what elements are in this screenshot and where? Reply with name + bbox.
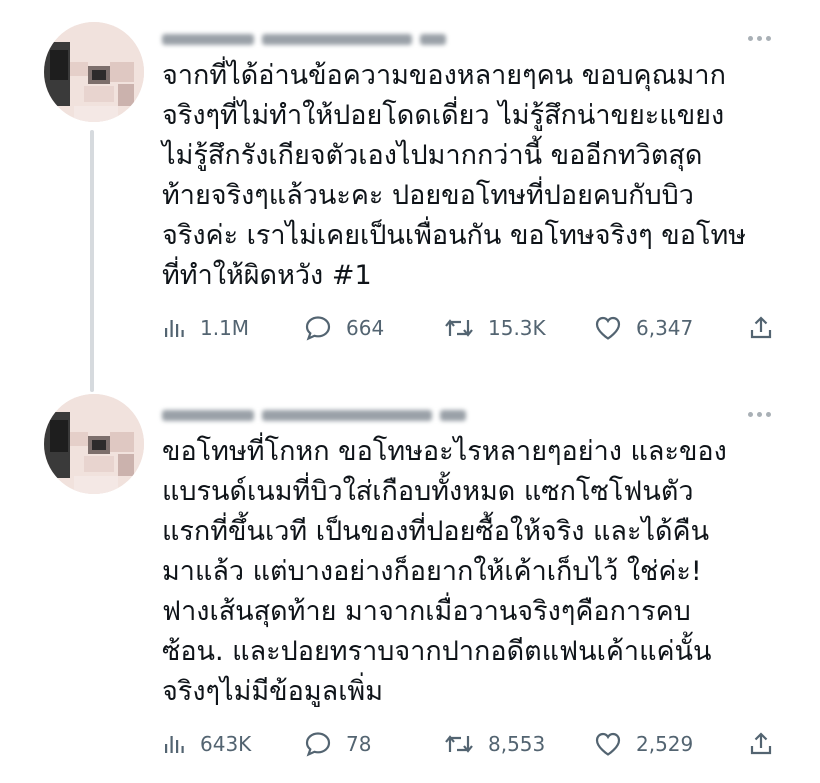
like-button[interactable]: 2,529	[594, 728, 693, 760]
like-count: 2,529	[636, 732, 694, 756]
views-count: 643K	[200, 732, 252, 756]
comment-bubble-icon	[305, 316, 331, 341]
blurred-username	[162, 30, 446, 48]
tweet-text: จากที่ได้อ่านข้อความของหลายๆคน ขอบคุณมาก…	[162, 60, 747, 291]
more-dots-icon[interactable]	[744, 404, 774, 424]
retweet-count: 15.3K	[488, 316, 546, 340]
heart-icon	[595, 316, 621, 340]
retweet-arrows-icon	[445, 735, 473, 753]
bar-chart-icon	[165, 736, 184, 753]
like-button[interactable]: 6,347	[594, 312, 693, 344]
comment-bubble-icon	[305, 732, 331, 757]
avatar[interactable]	[44, 22, 144, 122]
tweet-actions: 1.1M 664 15.3K 6,347	[162, 312, 792, 344]
reply-count: 664	[346, 316, 385, 340]
retweet-button[interactable]: 15.3K	[444, 312, 546, 344]
tweet-2[interactable]: ขอโทษที่โกหก ขอโทษอะไรหลายๆอย่าง และของ …	[0, 392, 820, 783]
reply-button[interactable]: 664	[304, 312, 384, 344]
views-count: 1.1M	[200, 316, 250, 340]
reply-button[interactable]: 78	[304, 728, 371, 760]
avatar[interactable]	[44, 394, 144, 494]
share-upload-icon	[750, 732, 772, 755]
blurred-username	[162, 406, 466, 424]
tweet-1[interactable]: จากที่ได้อ่านข้อความของหลายๆคน ขอบคุณมาก…	[0, 0, 820, 392]
retweet-button[interactable]: 8,553	[444, 728, 545, 760]
reply-count: 78	[346, 732, 372, 756]
more-dots-icon[interactable]	[744, 28, 774, 48]
bar-chart-icon	[165, 320, 184, 337]
retweet-arrows-icon	[445, 319, 473, 337]
views-button[interactable]: 1.1M	[162, 312, 249, 344]
views-button[interactable]: 643K	[162, 728, 251, 760]
retweet-count: 8,553	[488, 732, 546, 756]
share-upload-icon	[750, 316, 772, 339]
heart-icon	[595, 732, 621, 756]
share-button[interactable]	[748, 728, 774, 760]
tweet-actions: 643K 78 8,553 2,529	[162, 728, 792, 760]
share-button[interactable]	[748, 312, 774, 344]
like-count: 6,347	[636, 316, 694, 340]
tweet-text: ขอโทษที่โกหก ขอโทษอะไรหลายๆอย่าง และของ …	[162, 436, 727, 707]
